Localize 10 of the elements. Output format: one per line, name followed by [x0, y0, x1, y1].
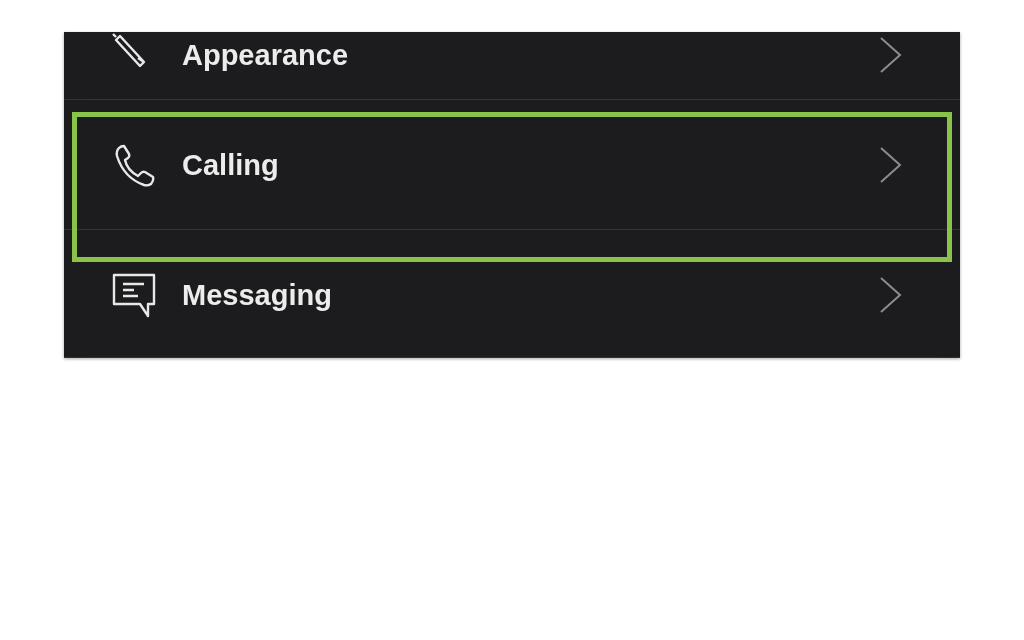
setting-label: Messaging — [182, 278, 333, 312]
chevron-icon — [878, 276, 904, 314]
settings-row[interactable]: Calling — [64, 100, 960, 230]
chevron-icon — [878, 36, 904, 74]
chevron-icon — [878, 146, 904, 184]
setting-label: Appearance — [182, 38, 349, 72]
settings-row[interactable]: Messaging — [64, 230, 960, 358]
settings-row[interactable]: Appearance — [64, 32, 960, 100]
setting-label: Calling — [182, 148, 280, 182]
message-icon — [110, 272, 158, 320]
